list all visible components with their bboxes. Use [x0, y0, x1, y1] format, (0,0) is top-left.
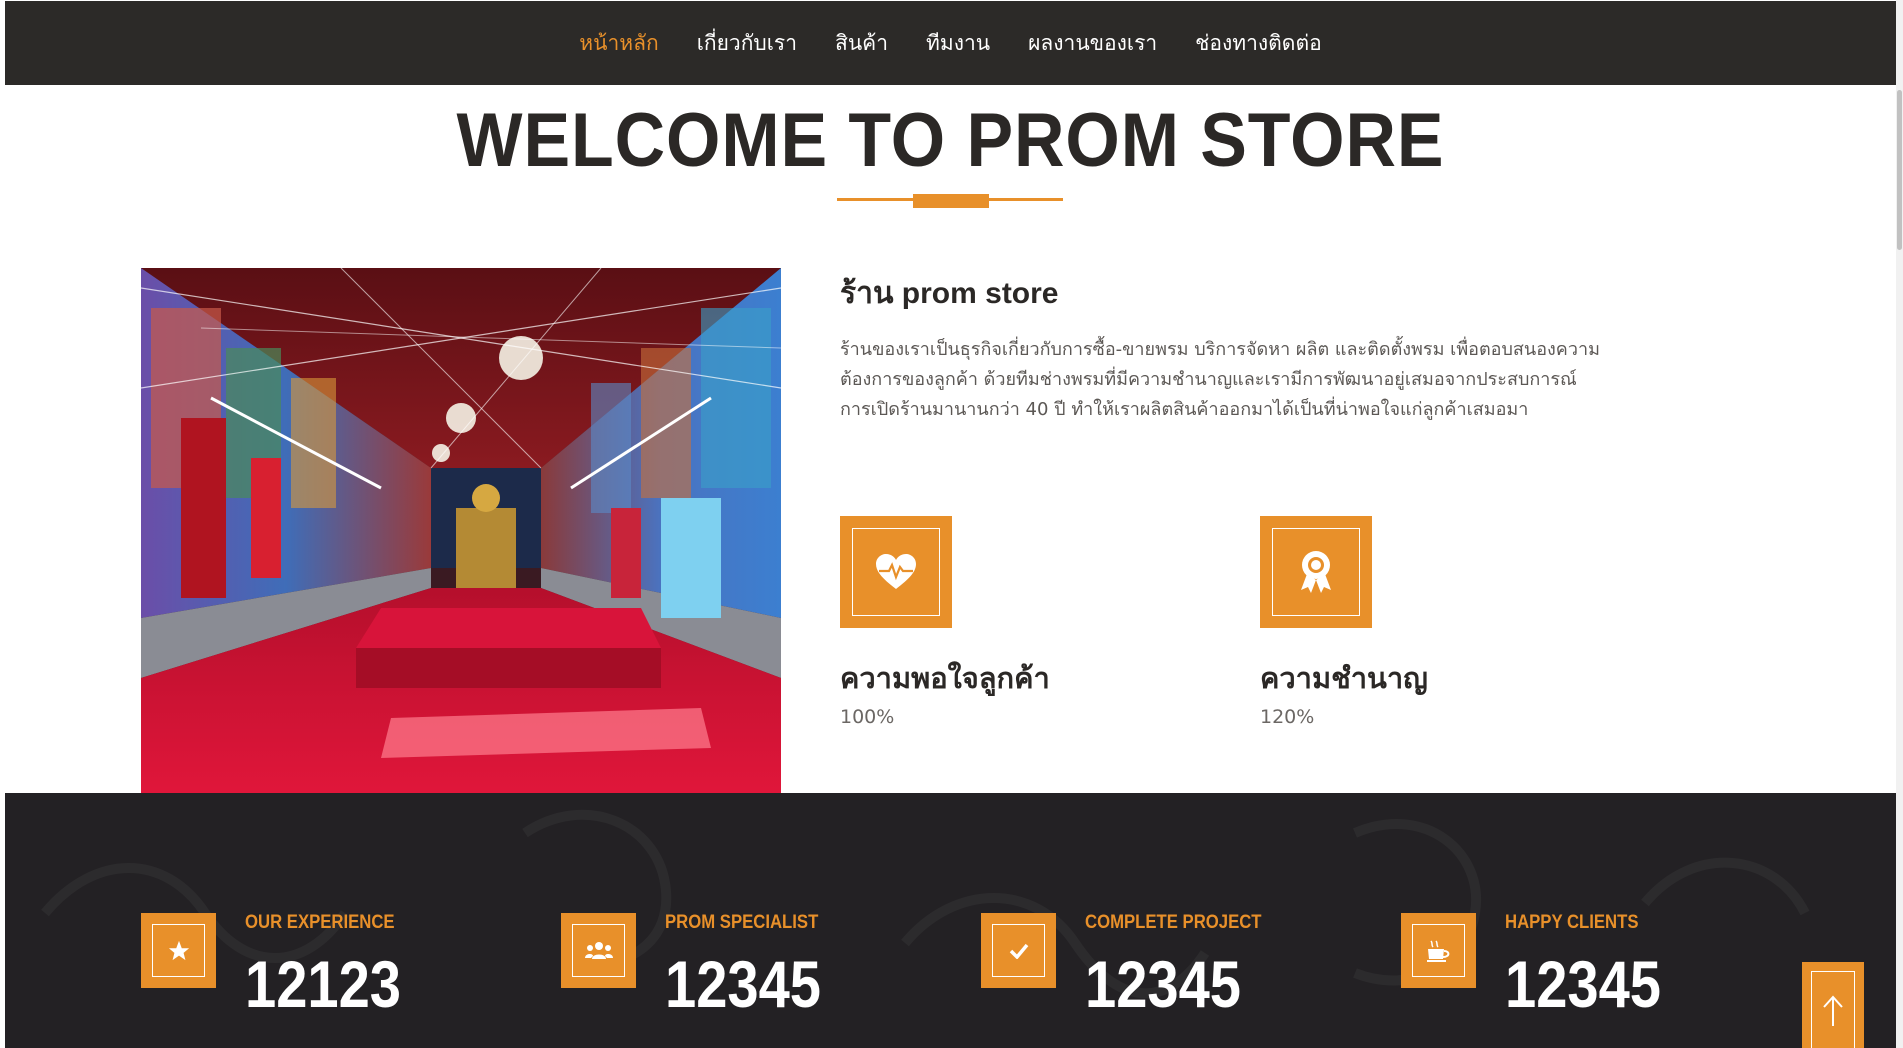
stat-value-specialist: 12345 [665, 947, 822, 1021]
main-navbar: หน้าหลัก เกี่ยวกับเรา สินค้า ทีมงาน ผลงา… [5, 1, 1896, 85]
stat-icon-box-experience [141, 913, 216, 988]
coffee-cup-icon [1426, 939, 1449, 962]
award-ribbon-icon [1301, 551, 1331, 593]
heart-pulse-icon [876, 554, 916, 589]
stat-value-projects: 12345 [1085, 947, 1242, 1021]
feature-title-satisfaction: ความพอใจลูกค้า [840, 661, 1050, 695]
users-icon [584, 941, 613, 959]
temple-interior-image [141, 268, 781, 793]
feature-value-expertise: 120% [1260, 706, 1315, 728]
nav-item-contact[interactable]: ช่องทางติดต่อ [1195, 27, 1322, 60]
temple-interior-photo [141, 268, 781, 793]
nav-item-home[interactable]: หน้าหลัก [579, 27, 658, 60]
nav-item-products[interactable]: สินค้า [835, 27, 888, 60]
stat-icon-box-projects [981, 913, 1056, 988]
stat-icon-box-clients [1401, 913, 1476, 988]
stats-section: OUR EXPERIENCE 12123 PROM SPECIALIST 123… [5, 793, 1896, 1048]
stat-label-specialist: PROM SPECIALIST [665, 912, 819, 933]
feature-title-expertise: ความชำนาญ [1260, 661, 1428, 695]
check-icon [1009, 943, 1028, 959]
nav-item-portfolio[interactable]: ผลงานของเรา [1028, 27, 1157, 60]
stat-value-experience: 12123 [245, 947, 402, 1021]
nav-item-team[interactable]: ทีมงาน [926, 27, 990, 60]
page-frame: หน้าหลัก เกี่ยวกับเรา สินค้า ทีมงาน ผลงา… [5, 1, 1896, 1048]
arrow-up-icon [1823, 995, 1843, 1026]
stat-label-projects: COMPLETE PROJECT [1085, 912, 1262, 933]
back-to-top-button[interactable] [1802, 962, 1864, 1048]
feature-value-satisfaction: 100% [840, 706, 895, 728]
stat-value-clients: 12345 [1505, 947, 1662, 1021]
about-description: ร้านของเราเป็นธุรกิจเกี่ยวกับการซื้อ-ขาย… [840, 339, 1600, 420]
page-title: WELCOME TO PROM STORE [456, 98, 1445, 183]
about-title: ร้าน prom store [840, 277, 1059, 310]
star-icon [168, 940, 189, 960]
stat-icon-box-specialist [561, 913, 636, 988]
expertise-icon-box [1260, 516, 1372, 628]
nav-item-about[interactable]: เกี่ยวกับเรา [697, 27, 797, 60]
scrollbar-thumb[interactable] [1897, 90, 1902, 250]
stat-label-clients: HAPPY CLIENTS [1505, 912, 1639, 933]
title-divider-bar [913, 194, 989, 208]
stat-label-experience: OUR EXPERIENCE [245, 912, 395, 933]
page-scrollbar[interactable] [1896, 0, 1903, 1048]
satisfaction-icon-box [840, 516, 952, 628]
